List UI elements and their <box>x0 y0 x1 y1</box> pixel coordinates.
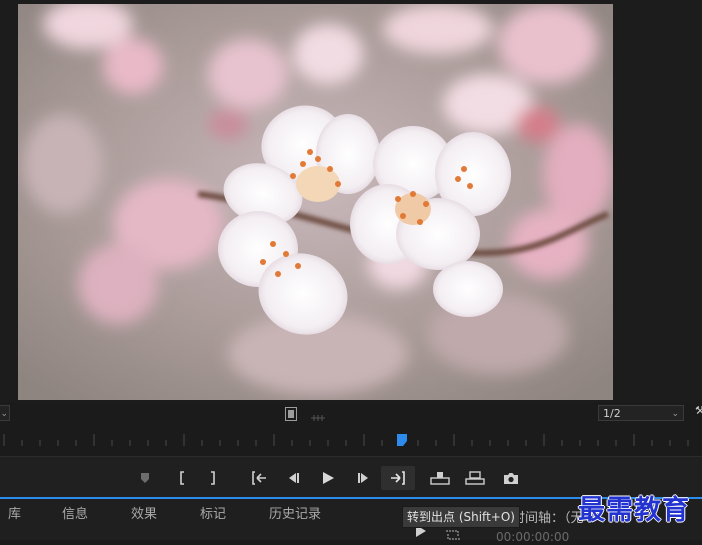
tab-effects[interactable]: 效果 <box>131 507 157 523</box>
resolution-value: 1/2 <box>603 407 621 420</box>
resolution-dropdown[interactable]: 1/2 ⌄ <box>598 405 684 421</box>
mark-in-icon <box>180 471 184 485</box>
mark-out-icon <box>211 471 215 485</box>
loop-icon[interactable] <box>444 526 462 545</box>
blossom-photo <box>18 4 613 400</box>
program-monitor <box>0 0 702 404</box>
step-back-button[interactable] <box>279 466 307 490</box>
video-frame[interactable] <box>18 4 613 400</box>
monitor-status-row: ⌄ 1/2 ⌄ ⚒ <box>0 402 702 426</box>
playhead-marker-icon[interactable] <box>396 433 410 447</box>
mark-out-button[interactable] <box>199 466 227 490</box>
add-marker-button[interactable] <box>131 466 159 490</box>
export-frame-button[interactable] <box>497 466 525 490</box>
step-forward-icon <box>358 473 368 483</box>
go-to-out-button[interactable] <box>381 466 415 490</box>
chevron-down-icon: ⌄ <box>671 409 679 419</box>
tab-markers[interactable]: 标记 <box>200 507 226 523</box>
camera-icon <box>504 472 518 484</box>
mark-in-button[interactable] <box>168 466 196 490</box>
ruler-ticks <box>3 434 689 446</box>
tab-history[interactable]: 历史记录 <box>269 507 321 523</box>
extract-button[interactable] <box>461 466 489 490</box>
lift-icon <box>430 472 450 485</box>
timecode-display: 00:00:00:00 <box>496 530 570 544</box>
time-ruler[interactable] <box>0 428 702 450</box>
timeline-label: 时间轴：（无 <box>512 511 584 526</box>
extract-icon <box>465 471 485 485</box>
tooltip: 转到出点 (Shift+O) <box>402 506 520 528</box>
safe-margins-icon[interactable] <box>310 408 326 427</box>
go-to-out-icon <box>391 471 405 485</box>
settings-wrench-icon[interactable]: ⚒ <box>695 404 702 417</box>
tab-info[interactable]: 信息 <box>62 507 88 523</box>
go-to-in-icon <box>252 471 266 485</box>
watermark-logo: 最需教育 <box>578 495 690 526</box>
zoom-dropdown[interactable]: ⌄ <box>0 405 10 421</box>
step-back-icon <box>289 473 299 483</box>
filmstrip-icon[interactable] <box>285 406 297 425</box>
go-to-in-button[interactable] <box>245 466 273 490</box>
play-button[interactable] <box>314 466 342 490</box>
lift-button[interactable] <box>426 466 454 490</box>
chevron-down-icon: ⌄ <box>0 409 8 419</box>
tab-libraries[interactable]: 库 <box>8 507 21 523</box>
step-forward-button[interactable] <box>350 466 378 490</box>
play-icon <box>323 472 334 484</box>
marker-icon <box>141 473 149 483</box>
